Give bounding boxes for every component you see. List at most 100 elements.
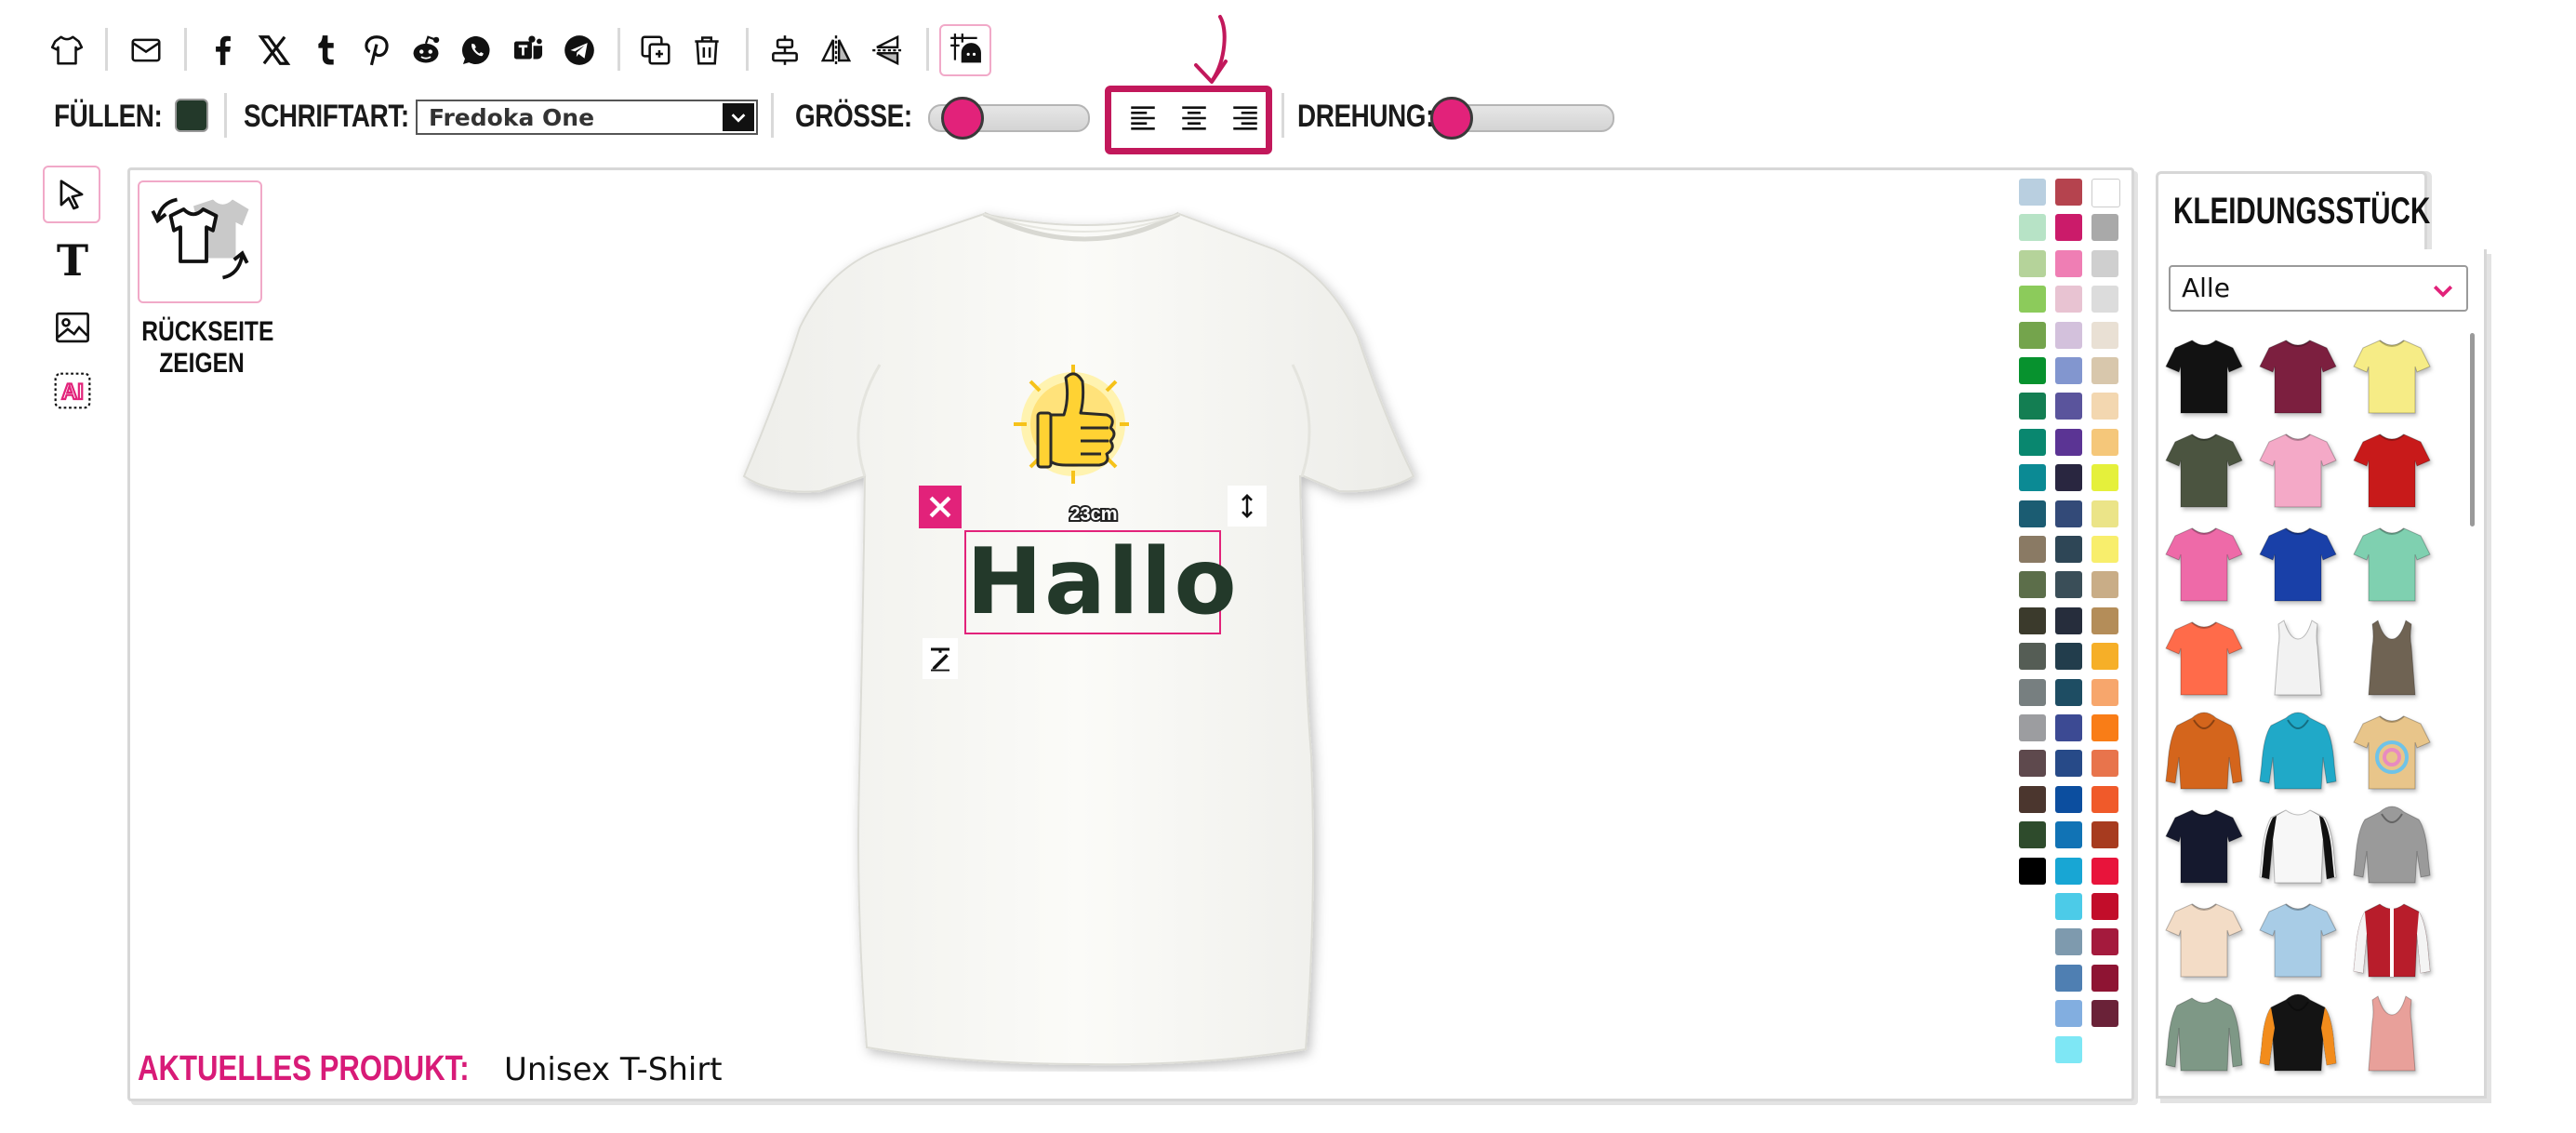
color-swatch[interactable] [2019, 214, 2046, 242]
color-swatch[interactable] [2055, 536, 2082, 563]
edit-text-handle[interactable] [923, 638, 958, 679]
color-swatch[interactable] [2091, 964, 2118, 992]
color-swatch[interactable] [2055, 357, 2082, 384]
color-swatch[interactable] [2091, 357, 2118, 384]
flip-vertical-icon[interactable] [867, 30, 908, 71]
garment-item[interactable] [2162, 615, 2246, 700]
color-swatch[interactable] [2055, 1035, 2082, 1063]
color-swatch[interactable] [2019, 821, 2046, 849]
color-swatch[interactable] [2091, 857, 2118, 885]
thumbs-up-graphic[interactable] [1010, 361, 1131, 489]
text-object-selection[interactable]: Hallo [964, 529, 1237, 635]
fill-color-swatch[interactable] [175, 99, 208, 132]
garment-item[interactable] [2350, 615, 2434, 700]
color-swatch[interactable] [2055, 214, 2082, 242]
color-swatch[interactable] [2091, 321, 2118, 349]
garment-item[interactable] [2350, 803, 2434, 888]
trash-icon[interactable] [686, 30, 727, 71]
color-swatch[interactable] [2019, 857, 2046, 885]
color-swatch[interactable] [2019, 286, 2046, 313]
garment-item[interactable] [2256, 803, 2340, 888]
align-left-button[interactable] [1125, 102, 1161, 134]
garment-item[interactable] [2256, 333, 2340, 419]
show-back-button[interactable] [138, 180, 262, 303]
color-swatch[interactable] [2055, 606, 2082, 634]
teams-icon[interactable] [508, 30, 549, 71]
color-swatch[interactable] [2019, 678, 2046, 706]
color-swatch[interactable] [2055, 643, 2082, 671]
color-swatch[interactable] [2091, 286, 2118, 313]
image-tool-button[interactable] [48, 303, 97, 352]
color-swatch[interactable] [2055, 428, 2082, 456]
color-swatch[interactable] [2091, 428, 2118, 456]
garment-tab[interactable]: KLEIDUNGSSTÜCK [2156, 171, 2430, 255]
color-swatch[interactable] [2091, 750, 2118, 778]
color-swatch[interactable] [2091, 214, 2118, 242]
garment-item[interactable] [2162, 333, 2246, 419]
garment-item[interactable] [2162, 427, 2246, 513]
color-swatch[interactable] [2055, 321, 2082, 349]
color-swatch[interactable] [2019, 571, 2046, 599]
color-swatch[interactable] [2091, 893, 2118, 920]
garment-item[interactable] [2256, 521, 2340, 606]
garment-item[interactable] [2162, 897, 2246, 982]
telegram-icon[interactable] [559, 30, 600, 71]
duplicate-icon[interactable] [635, 30, 676, 71]
color-swatch[interactable] [2019, 714, 2046, 741]
garment-item[interactable] [2350, 991, 2434, 1076]
color-swatch[interactable] [2019, 428, 2046, 456]
ai-tool-button[interactable]: AI [48, 367, 97, 415]
garment-list-scrollbar[interactable] [2470, 333, 2475, 527]
color-swatch[interactable] [2055, 857, 2082, 885]
color-swatch[interactable] [2019, 393, 2046, 420]
color-swatch[interactable] [2055, 571, 2082, 599]
color-swatch[interactable] [2055, 393, 2082, 420]
garment-item[interactable] [2350, 709, 2434, 794]
color-swatch[interactable] [2055, 1000, 2082, 1028]
size-slider-handle[interactable] [941, 97, 984, 140]
color-swatch[interactable] [2019, 357, 2046, 384]
color-swatch[interactable] [2091, 643, 2118, 671]
color-swatch[interactable] [2091, 821, 2118, 849]
shirt-icon[interactable] [46, 30, 87, 71]
garment-item[interactable] [2162, 521, 2246, 606]
color-swatch[interactable] [2019, 249, 2046, 277]
pinterest-icon[interactable] [356, 30, 397, 71]
font-select[interactable]: Fredoka One [416, 100, 758, 135]
garment-filter-select[interactable]: Alle [2169, 265, 2468, 312]
reddit-icon[interactable] [405, 30, 446, 71]
x-icon[interactable] [254, 30, 295, 71]
text-tool-button[interactable]: T [48, 234, 97, 287]
color-swatch[interactable] [2019, 179, 2046, 206]
garment-item[interactable] [2350, 521, 2434, 606]
color-swatch[interactable] [2055, 893, 2082, 920]
rotation-slider-handle[interactable] [1430, 97, 1473, 140]
color-swatch[interactable] [2055, 750, 2082, 778]
color-swatch[interactable] [2019, 500, 2046, 527]
color-swatch[interactable] [2055, 179, 2082, 206]
delete-object-button[interactable] [919, 486, 962, 528]
color-swatch[interactable] [2091, 464, 2118, 492]
color-swatch[interactable] [2055, 714, 2082, 741]
align-center-vertical-icon[interactable] [764, 30, 805, 71]
garment-item[interactable] [2256, 615, 2340, 700]
color-swatch[interactable] [2091, 714, 2118, 741]
garment-item[interactable] [2350, 427, 2434, 513]
garment-item[interactable] [2256, 427, 2340, 513]
color-swatch[interactable] [2055, 964, 2082, 992]
color-swatch[interactable] [2019, 750, 2046, 778]
garment-item[interactable] [2256, 991, 2340, 1076]
color-swatch[interactable] [2055, 286, 2082, 313]
text-object[interactable]: Hallo [966, 527, 1237, 638]
garment-item[interactable] [2256, 897, 2340, 982]
select-tool-button[interactable] [43, 166, 100, 223]
color-swatch[interactable] [2055, 249, 2082, 277]
align-center-button[interactable] [1176, 102, 1212, 134]
color-swatch[interactable] [2091, 500, 2118, 527]
color-swatch[interactable] [2091, 536, 2118, 563]
color-swatch[interactable] [2019, 536, 2046, 563]
grid-snap-button[interactable] [939, 24, 991, 76]
color-swatch[interactable] [2055, 928, 2082, 956]
color-swatch[interactable] [2019, 643, 2046, 671]
whatsapp-icon[interactable] [457, 30, 498, 71]
